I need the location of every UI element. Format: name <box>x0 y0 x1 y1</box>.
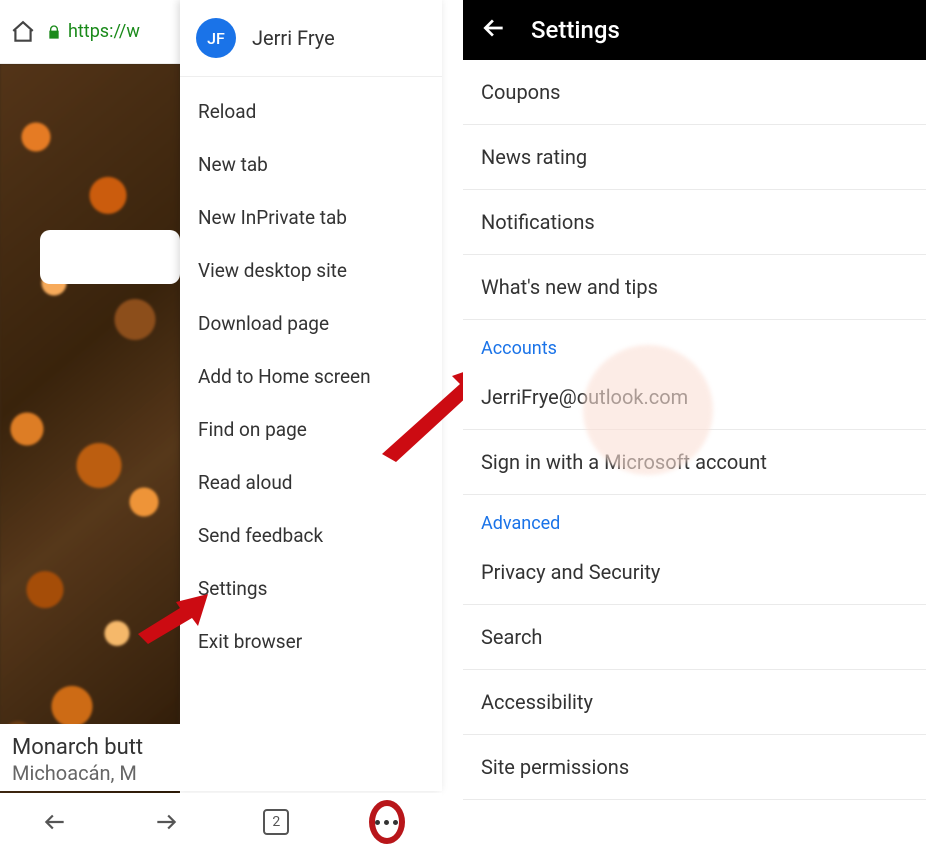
avatar: JF <box>196 18 236 58</box>
overflow-menu: JF Jerri Frye Reload New tab New InPriva… <box>180 0 442 790</box>
settings-screenshot-right: Settings Coupons News rating Notificatio… <box>463 0 926 851</box>
settings-item-notifications[interactable]: Notifications <box>463 190 926 255</box>
section-advanced: Advanced <box>463 495 926 540</box>
back-icon[interactable] <box>481 15 507 45</box>
settings-item-news-rating[interactable]: News rating <box>463 125 926 190</box>
more-button[interactable] <box>369 804 405 840</box>
browser-screenshot-left: https://w JF Jerri Frye Reload New tab N… <box>0 0 442 851</box>
nav-forward-icon[interactable] <box>148 804 184 840</box>
menu-user-row[interactable]: JF Jerri Frye <box>180 0 442 77</box>
settings-item-privacy-security[interactable]: Privacy and Security <box>463 540 926 605</box>
menu-item-new-inprivate-tab[interactable]: New InPrivate tab <box>180 191 442 244</box>
news-caption: Monarch butt Michoacán, M <box>0 724 442 792</box>
settings-title: Settings <box>531 16 620 44</box>
ellipsis-icon <box>375 820 398 825</box>
caption-subtitle: Michoacán, M <box>12 761 430 785</box>
menu-item-read-aloud[interactable]: Read aloud <box>180 456 442 509</box>
lock-icon <box>46 24 62 40</box>
settings-item-coupons[interactable]: Coupons <box>463 60 926 125</box>
bottom-nav: 2 <box>0 793 442 851</box>
menu-item-download-page[interactable]: Download page <box>180 297 442 350</box>
menu-item-add-home-screen[interactable]: Add to Home screen <box>180 350 442 403</box>
settings-item-site-permissions[interactable]: Site permissions <box>463 735 926 800</box>
page-background-photo <box>0 64 180 794</box>
url-text: https://w <box>68 21 140 42</box>
settings-item-accessibility[interactable]: Accessibility <box>463 670 926 735</box>
page-search-bar[interactable] <box>40 230 180 284</box>
user-name: Jerri Frye <box>252 26 335 50</box>
tabs-button[interactable]: 2 <box>258 804 294 840</box>
menu-item-view-desktop-site[interactable]: View desktop site <box>180 244 442 297</box>
home-icon[interactable] <box>10 19 36 45</box>
section-accounts: Accounts <box>463 320 926 365</box>
menu-item-reload[interactable]: Reload <box>180 85 442 138</box>
nav-back-icon[interactable] <box>37 804 73 840</box>
touch-highlight <box>583 345 713 475</box>
more-dots-highlight <box>369 800 405 844</box>
menu-item-new-tab[interactable]: New tab <box>180 138 442 191</box>
menu-item-settings[interactable]: Settings <box>180 562 442 615</box>
menu-item-exit-browser[interactable]: Exit browser <box>180 615 442 668</box>
menu-list: Reload New tab New InPrivate tab View de… <box>180 77 442 676</box>
settings-item-search[interactable]: Search <box>463 605 926 670</box>
caption-title: Monarch butt <box>12 734 430 762</box>
settings-item-whats-new[interactable]: What's new and tips <box>463 255 926 320</box>
settings-header: Settings <box>463 0 926 60</box>
butterflies-texture <box>0 64 180 794</box>
menu-item-find-on-page[interactable]: Find on page <box>180 403 442 456</box>
menu-item-send-feedback[interactable]: Send feedback <box>180 509 442 562</box>
url-display[interactable]: https://w <box>46 21 140 42</box>
tab-count-badge: 2 <box>263 809 289 835</box>
